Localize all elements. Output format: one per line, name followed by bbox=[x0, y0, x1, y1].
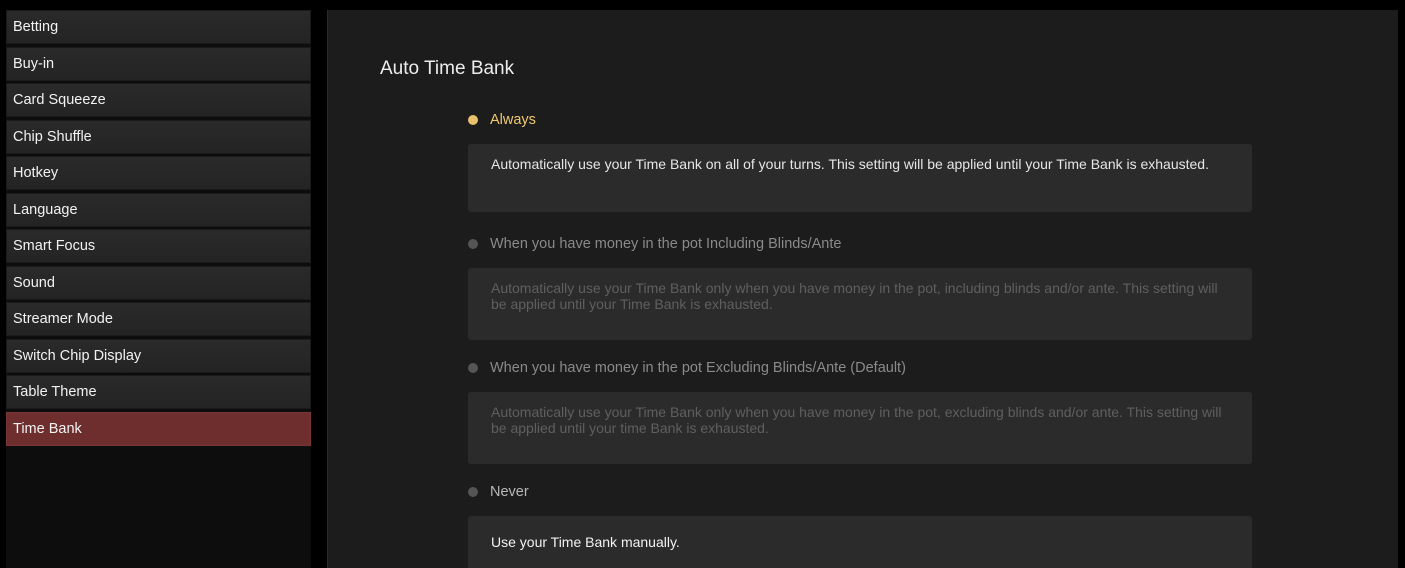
sidebar-item-streamer-mode[interactable]: Streamer Mode bbox=[6, 302, 311, 336]
option-always: Always Automatically use your Time Bank … bbox=[468, 110, 1252, 212]
sidebar-item-hotkey[interactable]: Hotkey bbox=[6, 156, 311, 190]
settings-sidebar: Betting Buy-in Card Squeeze Chip Shuffle… bbox=[6, 10, 311, 568]
sidebar-item-smart-focus[interactable]: Smart Focus bbox=[6, 229, 311, 263]
option-including-blinds-label: When you have money in the pot Including… bbox=[490, 236, 842, 252]
option-including-blinds: When you have money in the pot Including… bbox=[468, 234, 1252, 340]
sidebar-item-time-bank[interactable]: Time Bank bbox=[6, 411, 311, 446]
option-excluding-blinds-description: Automatically use your Time Bank only wh… bbox=[468, 392, 1252, 464]
sidebar-item-language[interactable]: Language bbox=[6, 192, 311, 227]
option-including-blinds-description: Automatically use your Time Bank only wh… bbox=[468, 268, 1252, 340]
option-including-blinds-radio[interactable]: When you have money in the pot Including… bbox=[468, 234, 1252, 254]
sidebar-item-card-squeeze[interactable]: Card Squeeze bbox=[6, 83, 311, 117]
option-never-label: Never bbox=[490, 484, 529, 500]
sidebar-list: Betting Buy-in Card Squeeze Chip Shuffle… bbox=[6, 10, 311, 446]
sidebar-item-sound[interactable]: Sound bbox=[6, 265, 311, 300]
option-never-description: Use your Time Bank manually. bbox=[468, 516, 1252, 568]
option-never: Never Use your Time Bank manually. bbox=[468, 482, 1252, 568]
settings-content-panel: Auto Time Bank Always Automatically use … bbox=[327, 10, 1398, 568]
option-excluding-blinds-radio[interactable]: When you have money in the pot Excluding… bbox=[468, 358, 1252, 378]
option-always-description: Automatically use your Time Bank on all … bbox=[468, 144, 1252, 212]
option-never-radio[interactable]: Never bbox=[468, 482, 1252, 502]
sidebar-item-betting[interactable]: Betting bbox=[6, 10, 311, 44]
sidebar-item-table-theme[interactable]: Table Theme bbox=[6, 375, 311, 409]
sidebar-item-switch-chip-display[interactable]: Switch Chip Display bbox=[6, 338, 311, 373]
option-excluding-blinds: When you have money in the pot Excluding… bbox=[468, 358, 1252, 464]
sidebar-item-buy-in[interactable]: Buy-in bbox=[6, 46, 311, 81]
section-title: Auto Time Bank bbox=[380, 58, 515, 79]
radio-unselected-icon[interactable] bbox=[468, 239, 478, 249]
settings-window: Betting Buy-in Card Squeeze Chip Shuffle… bbox=[0, 0, 1405, 568]
option-excluding-blinds-label: When you have money in the pot Excluding… bbox=[490, 360, 906, 376]
option-always-label: Always bbox=[490, 112, 536, 128]
option-always-radio[interactable]: Always bbox=[468, 110, 1252, 130]
sidebar-item-chip-shuffle[interactable]: Chip Shuffle bbox=[6, 119, 311, 154]
radio-selected-icon[interactable] bbox=[468, 115, 478, 125]
radio-unselected-icon[interactable] bbox=[468, 487, 478, 497]
radio-unselected-icon[interactable] bbox=[468, 363, 478, 373]
